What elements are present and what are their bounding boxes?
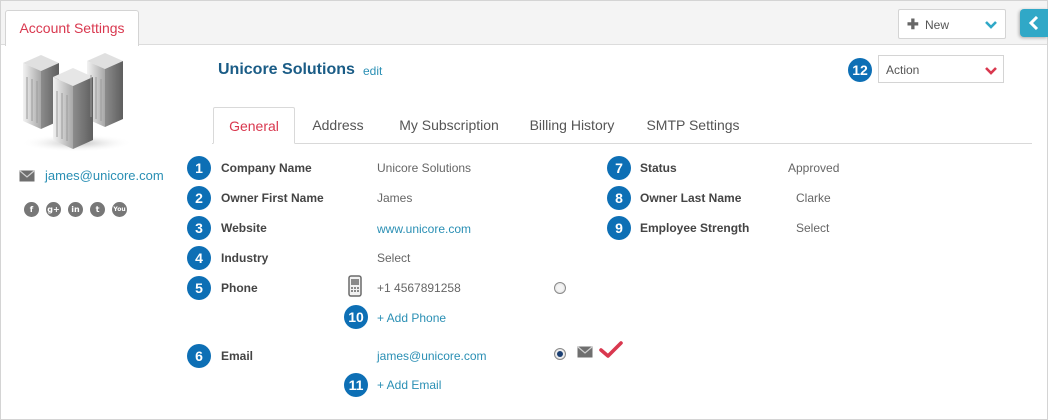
- top-bar: [1, 1, 1047, 45]
- company-name-label: Company Name: [221, 161, 312, 175]
- marker-5: 5: [187, 276, 211, 300]
- chevron-down-icon: [985, 19, 997, 33]
- tab-my-subscription[interactable]: My Subscription: [390, 107, 508, 144]
- marker-10: 10: [344, 305, 368, 329]
- employee-strength-value[interactable]: Select: [796, 221, 829, 235]
- marker-3: 3: [187, 216, 211, 240]
- phone-value: +1 4567891258: [377, 281, 461, 295]
- tab-billing-history[interactable]: Billing History: [522, 107, 622, 144]
- marker-7: 7: [607, 156, 631, 180]
- tab-account-settings[interactable]: Account Settings: [5, 10, 139, 46]
- envelope-icon: [19, 170, 35, 182]
- company-name-title: Unicore Solutions: [218, 61, 355, 78]
- new-dropdown-button[interactable]: ✚ New: [898, 9, 1006, 39]
- marker-9: 9: [607, 216, 631, 240]
- linkedin-icon[interactable]: in: [68, 202, 83, 217]
- industry-label: Industry: [221, 251, 269, 265]
- marker-8: 8: [607, 186, 631, 210]
- add-email-link[interactable]: + Add Email: [377, 378, 441, 392]
- social-links: f g+ in t You: [24, 202, 127, 217]
- account-settings-window: Account Settings ✚ New james@unicore.com…: [0, 0, 1048, 420]
- website-label: Website: [221, 221, 267, 235]
- status-value: Approved: [788, 161, 840, 175]
- website-link[interactable]: www.unicore.com: [377, 222, 471, 236]
- marker-4: 4: [187, 246, 211, 270]
- owner-first-name-label: Owner First Name: [221, 191, 324, 205]
- action-select[interactable]: Action: [878, 55, 1004, 83]
- tab-address[interactable]: Address: [302, 107, 374, 144]
- envelope-icon[interactable]: [577, 346, 593, 358]
- mobile-phone-icon: [348, 275, 362, 297]
- marker-1: 1: [187, 156, 211, 180]
- email-primary-radio[interactable]: [554, 348, 566, 360]
- phone-label: Phone: [221, 281, 258, 295]
- owner-last-name-value: Clarke: [796, 191, 831, 205]
- plus-icon: ✚: [907, 16, 919, 32]
- owner-last-name-label: Owner Last Name: [640, 191, 742, 205]
- industry-value[interactable]: Select: [377, 251, 410, 265]
- marker-12: 12: [848, 58, 872, 82]
- owner-first-name-value: James: [377, 191, 413, 205]
- collapse-panel-button[interactable]: [1020, 9, 1048, 37]
- employee-strength-label: Employee Strength: [640, 221, 750, 235]
- chevron-down-icon: [985, 65, 997, 79]
- verified-check-icon: [599, 341, 623, 358]
- marker-11: 11: [344, 373, 368, 397]
- email-label: Email: [221, 349, 254, 363]
- new-button-label: New: [925, 18, 950, 32]
- email-value-link[interactable]: james@unicore.com: [377, 349, 487, 363]
- profile-email-link[interactable]: james@unicore.com: [45, 168, 164, 183]
- google-plus-icon[interactable]: g+: [46, 202, 61, 217]
- company-building-icon: [21, 53, 133, 152]
- edit-company-link[interactable]: edit: [363, 64, 382, 78]
- tab-general[interactable]: General: [213, 107, 295, 144]
- facebook-icon[interactable]: f: [24, 202, 39, 217]
- chevron-left-icon: [1028, 16, 1039, 30]
- add-phone-link[interactable]: + Add Phone: [377, 311, 446, 325]
- phone-primary-radio[interactable]: [554, 282, 566, 294]
- twitter-icon[interactable]: t: [90, 202, 105, 217]
- marker-6: 6: [187, 344, 211, 368]
- company-name-value: Unicore Solutions: [377, 161, 472, 175]
- action-select-value: Action: [886, 63, 920, 77]
- tab-smtp-settings[interactable]: SMTP Settings: [639, 107, 747, 144]
- status-label: Status: [640, 161, 677, 175]
- settings-tabs: General Address My Subscription Billing …: [212, 107, 1032, 144]
- youtube-icon[interactable]: You: [112, 202, 127, 217]
- marker-2: 2: [187, 186, 211, 210]
